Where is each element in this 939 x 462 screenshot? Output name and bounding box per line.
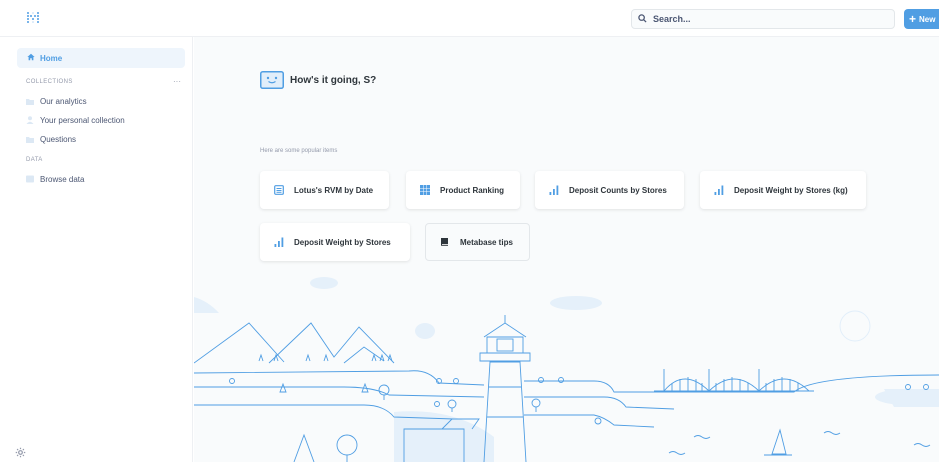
landscape-illustration: [194, 277, 939, 462]
top-nav-bar: Search... + New: [0, 0, 939, 37]
collections-heading: COLLECTIONS: [26, 79, 73, 85]
popular-item-label: Product Ranking: [440, 185, 505, 195]
popular-item-label: Metabase tips: [460, 237, 513, 247]
popular-item-card[interactable]: Deposit Weight by Stores: [260, 223, 410, 261]
popular-items-label: Here are some popular items: [260, 148, 338, 154]
sidebar-item-label: Home: [40, 53, 63, 63]
data-heading: DATA: [26, 157, 43, 163]
sidebar-item-our-analytics[interactable]: Our analytics: [26, 94, 87, 108]
bar-chart-icon: [549, 185, 559, 195]
search-input[interactable]: Search...: [631, 9, 895, 29]
sidebar-item-browse-data[interactable]: Browse data: [26, 172, 84, 186]
person-icon: [26, 116, 34, 124]
popular-item-card[interactable]: Metabase tips: [425, 223, 530, 261]
collections-more-icon[interactable]: ···: [173, 77, 181, 86]
popular-item-label: Deposit Counts by Stores: [569, 185, 667, 195]
book-icon: [440, 237, 450, 247]
database-icon: [26, 175, 34, 183]
bar-chart-icon: [274, 237, 284, 247]
popular-item-card[interactable]: Lotus's RVM by Date: [260, 171, 389, 209]
popular-item-label: Deposit Weight by Stores: [294, 237, 391, 247]
sidebar: Home COLLECTIONS ··· Our analytics Your …: [0, 37, 193, 462]
sidebar-item-personal-collection[interactable]: Your personal collection: [26, 113, 125, 127]
popular-item-card[interactable]: Deposit Counts by Stores: [535, 171, 684, 209]
new-button[interactable]: + New: [904, 9, 939, 29]
grid-icon: [420, 185, 430, 195]
popular-item-card[interactable]: Product Ranking: [406, 171, 520, 209]
home-icon: [27, 53, 40, 63]
metabot-icon: [260, 71, 284, 94]
popular-item-label: Lotus's RVM by Date: [294, 185, 374, 195]
metabase-logo-icon[interactable]: [26, 11, 40, 25]
sidebar-item-label: Questions: [40, 134, 77, 144]
popular-item-card[interactable]: Deposit Weight by Stores (kg): [700, 171, 866, 209]
sidebar-item-label: Your personal collection: [40, 115, 125, 125]
popular-item-label: Deposit Weight by Stores (kg): [734, 185, 848, 195]
greeting-heading: How's it going, S?: [290, 75, 377, 86]
sidebar-item-questions[interactable]: Questions: [26, 132, 76, 146]
gear-icon[interactable]: [15, 445, 26, 462]
new-button-label: New: [919, 14, 936, 24]
search-icon: [638, 13, 653, 25]
table-icon: [274, 185, 284, 195]
home-main: How's it going, S? Here are some popular…: [194, 37, 939, 462]
search-placeholder: Search...: [653, 14, 691, 24]
bar-chart-icon: [714, 185, 724, 195]
sidebar-item-home[interactable]: Home: [17, 48, 185, 68]
plus-icon: +: [909, 12, 917, 26]
folder-icon: [26, 98, 34, 105]
sidebar-item-label: Browse data: [40, 174, 85, 184]
folder-icon: [26, 136, 34, 143]
sidebar-item-label: Our analytics: [40, 96, 87, 106]
